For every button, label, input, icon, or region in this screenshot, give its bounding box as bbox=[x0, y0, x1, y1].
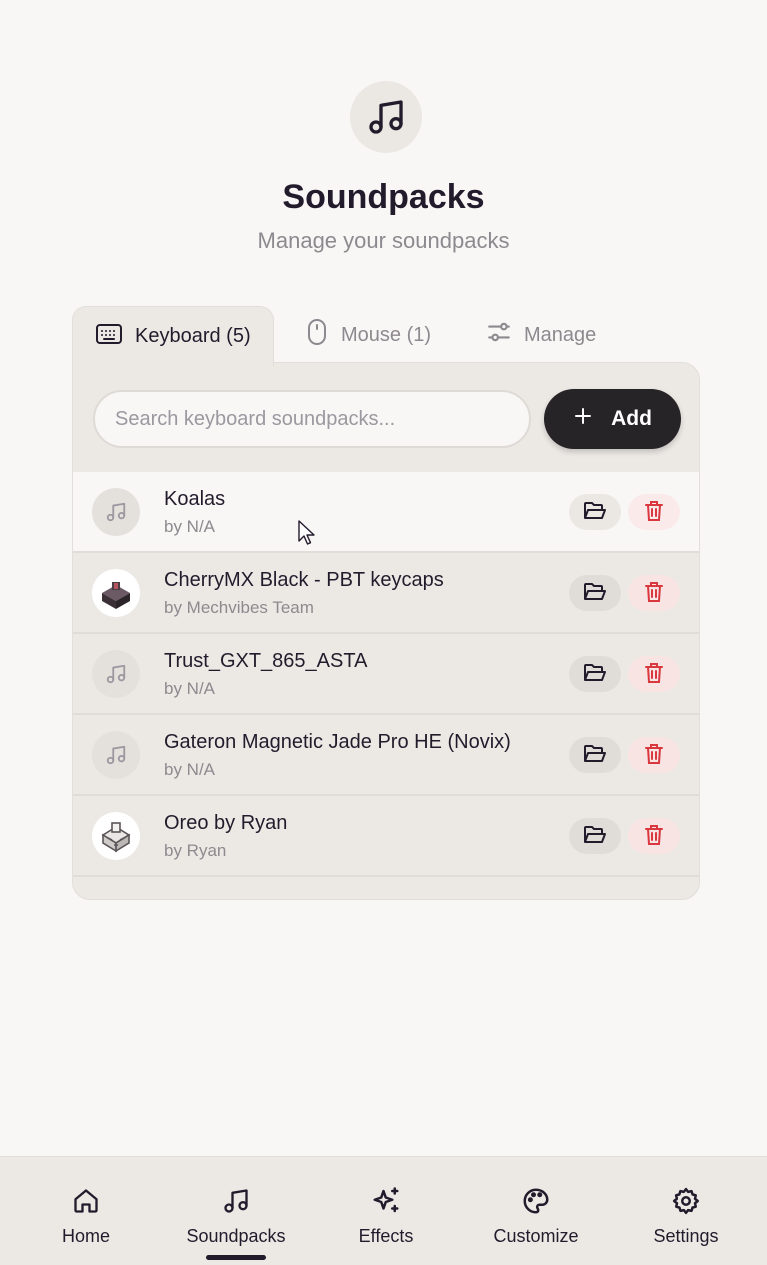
delete-button[interactable] bbox=[628, 656, 680, 692]
nav-settings[interactable]: Settings bbox=[611, 1157, 761, 1265]
add-soundpack-button[interactable]: Add bbox=[544, 389, 681, 449]
nav-home[interactable]: Home bbox=[11, 1157, 161, 1265]
list-item[interactable]: Trust_GXT_865_ASTA by N/A bbox=[73, 634, 699, 715]
folder-open-icon bbox=[583, 500, 607, 525]
open-folder-button[interactable] bbox=[569, 494, 621, 530]
trash-icon bbox=[644, 662, 664, 687]
nav-soundpacks-label: Soundpacks bbox=[186, 1226, 286, 1246]
list-item[interactable]: CherryMX Black - PBT keycaps by Mechvibe… bbox=[73, 553, 699, 634]
home-icon bbox=[72, 1186, 100, 1216]
open-folder-button[interactable] bbox=[569, 656, 621, 692]
nav-customize[interactable]: Customize bbox=[461, 1157, 611, 1265]
tab-mouse[interactable]: Mouse (1) bbox=[305, 306, 431, 364]
list-item[interactable]: Gateron Magnetic Jade Pro HE (Novix) by … bbox=[73, 715, 699, 796]
tab-manage-label: Manage bbox=[524, 323, 597, 346]
nav-settings-label: Settings bbox=[653, 1226, 719, 1246]
tab-manage[interactable]: Manage bbox=[486, 306, 596, 364]
search-input[interactable] bbox=[93, 390, 531, 448]
open-folder-button[interactable] bbox=[569, 737, 621, 773]
mouse-icon bbox=[305, 318, 329, 352]
folder-open-icon bbox=[583, 824, 607, 849]
soundpack-author: by Ryan bbox=[164, 841, 227, 860]
open-folder-button[interactable] bbox=[569, 818, 621, 854]
soundpack-author: by N/A bbox=[164, 679, 216, 698]
palette-icon bbox=[521, 1186, 551, 1216]
plus-icon bbox=[573, 406, 593, 432]
music-note-icon bbox=[92, 488, 140, 536]
trash-icon bbox=[644, 824, 664, 849]
nav-effects-label: Effects bbox=[358, 1226, 414, 1246]
soundpack-tabs: Keyboard (5) Mouse (1) Manage bbox=[72, 306, 700, 366]
tab-mouse-label: Mouse (1) bbox=[341, 323, 432, 346]
folder-open-icon bbox=[583, 743, 607, 768]
soundpack-author: by N/A bbox=[164, 760, 216, 779]
music-note-icon bbox=[222, 1186, 250, 1216]
folder-open-icon bbox=[583, 581, 607, 606]
nav-effects[interactable]: Effects bbox=[311, 1157, 461, 1265]
soundpack-name: Koalas bbox=[164, 488, 226, 510]
nav-customize-label: Customize bbox=[493, 1226, 579, 1246]
list-item[interactable]: Koalas by N/A bbox=[73, 472, 699, 553]
delete-button[interactable] bbox=[628, 737, 680, 773]
page-subtitle: Manage your soundpacks bbox=[257, 228, 510, 253]
open-folder-button[interactable] bbox=[569, 575, 621, 611]
nav-soundpacks[interactable]: Soundpacks bbox=[161, 1157, 311, 1265]
soundpack-name: Gateron Magnetic Jade Pro HE (Novix) bbox=[164, 731, 511, 753]
trash-icon bbox=[644, 500, 664, 525]
bottom-navigation: Home Soundpacks Effects Customize Settin… bbox=[0, 1156, 767, 1265]
delete-button[interactable] bbox=[628, 494, 680, 530]
list-item[interactable]: Oreo by Ryan by Ryan bbox=[73, 796, 699, 877]
page-title: Soundpacks bbox=[282, 178, 485, 216]
music-note-icon bbox=[92, 650, 140, 698]
mouse-pointer-icon bbox=[298, 520, 316, 551]
sparkles-icon bbox=[371, 1186, 401, 1216]
switch-image bbox=[92, 569, 140, 617]
keyboard-soundpacks-panel: Add Koalas by N/A bbox=[72, 362, 700, 900]
soundpack-name: Trust_GXT_865_ASTA bbox=[164, 650, 368, 672]
soundpack-name: Oreo by Ryan bbox=[164, 812, 288, 834]
music-note-icon bbox=[92, 731, 140, 779]
trash-icon bbox=[644, 743, 664, 768]
trash-icon bbox=[644, 581, 664, 606]
active-nav-indicator bbox=[206, 1255, 266, 1260]
tab-keyboard[interactable]: Keyboard (5) bbox=[72, 306, 274, 366]
nav-home-label: Home bbox=[61, 1226, 110, 1246]
folder-open-icon bbox=[583, 662, 607, 687]
soundpack-name: CherryMX Black - PBT keycaps bbox=[164, 569, 444, 591]
add-button-label: Add bbox=[611, 407, 652, 430]
music-note-icon bbox=[350, 81, 422, 153]
keyboard-icon bbox=[95, 322, 123, 352]
soundpack-author: by Mechvibes Team bbox=[164, 598, 314, 617]
soundpack-author: by N/A bbox=[164, 517, 216, 536]
tab-keyboard-label: Keyboard (5) bbox=[135, 325, 251, 347]
soundpack-list: Koalas by N/A CherryMX Black - PBT keyca bbox=[73, 472, 699, 877]
switch-image bbox=[92, 812, 140, 860]
delete-button[interactable] bbox=[628, 818, 680, 854]
sliders-icon bbox=[486, 319, 512, 351]
gear-icon bbox=[671, 1186, 701, 1216]
delete-button[interactable] bbox=[628, 575, 680, 611]
